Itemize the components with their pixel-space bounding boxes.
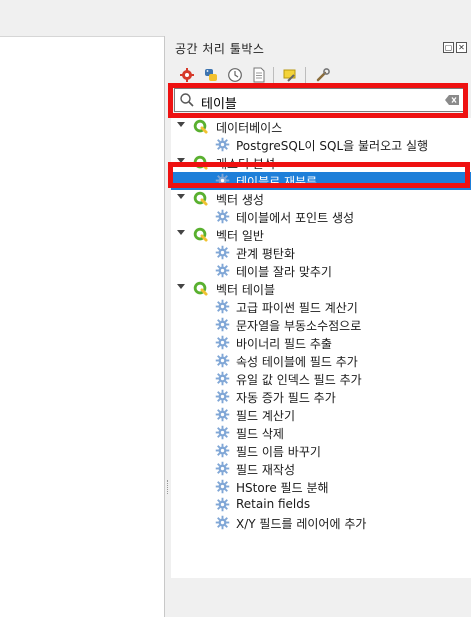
tree-group-label: 벡터 일반	[216, 229, 264, 243]
qgis-provider-icon	[193, 191, 208, 206]
tree-group-row[interactable]: 벡터 일반	[171, 226, 471, 244]
tree-algorithm-row[interactable]: 필드 이름 바꾸기	[171, 442, 471, 460]
tree-algorithm-row[interactable]: 속성 테이블에 필드 추가	[171, 352, 471, 370]
algorithm-gear-icon	[215, 263, 230, 278]
algorithm-gear-icon	[215, 209, 230, 224]
expand-arrow-icon[interactable]	[177, 158, 185, 163]
map-canvas[interactable]	[0, 36, 164, 617]
tree-algorithm-row[interactable]: 유일 값 인덱스 필드 추가	[171, 370, 471, 388]
expand-arrow-icon[interactable]	[177, 284, 185, 289]
expand-arrow-icon[interactable]	[177, 194, 185, 199]
qgis-provider-icon	[193, 119, 208, 134]
tree-group-row[interactable]: 데이터베이스	[171, 118, 471, 136]
tree-algorithm-row[interactable]: 고급 파이썬 필드 계산기	[171, 298, 471, 316]
algorithm-gear-icon	[215, 515, 230, 530]
python-scripts-icon[interactable]	[200, 64, 222, 86]
tree-algorithm-row-selected[interactable]: 테이블로 재분류	[171, 172, 471, 190]
main-window-toolbar-area	[0, 0, 471, 36]
algorithm-gear-icon	[215, 335, 230, 350]
search-icon	[180, 93, 194, 107]
tree-algorithm-label: 필드 계산기	[236, 409, 296, 423]
tree-group-row[interactable]: 래스터 분석	[171, 154, 471, 172]
tree-algorithm-row[interactable]: 바이너리 필드 추출	[171, 334, 471, 352]
tree-algorithm-label: 유일 값 인덱스 필드 추가	[236, 373, 362, 387]
edit-features-in-place-icon[interactable]	[279, 64, 301, 86]
algorithm-gear-icon	[215, 353, 230, 368]
tree-algorithm-row[interactable]: PostgreSQL이 SQL을 불러오고 실행	[171, 136, 471, 154]
tree-algorithm-row[interactable]: 필드 재작성	[171, 460, 471, 478]
algorithm-tree: 데이터베이스 PostgreSQL이 SQL을 불러오고 실행래스터 분석테이블로…	[171, 118, 471, 578]
algorithm-gear-icon	[215, 497, 230, 512]
tree-algorithm-label: 테이블 잘라 맞추기	[236, 265, 332, 279]
tree-algorithm-label: 필드 이름 바꾸기	[236, 445, 321, 459]
algorithm-gear-icon	[215, 137, 230, 152]
qgis-provider-icon	[193, 227, 208, 242]
algorithm-gear-icon	[215, 479, 230, 494]
algorithm-gear-icon	[215, 299, 230, 314]
tree-algorithm-label: 자동 증가 필드 추가	[236, 391, 336, 405]
tree-group-label: 데이터베이스	[216, 121, 283, 135]
tree-algorithm-row[interactable]: 문자열을 부동소수점으로	[171, 316, 471, 334]
tree-algorithm-row[interactable]: 관계 평탄화	[171, 244, 471, 262]
algorithm-gear-icon	[215, 461, 230, 476]
tree-algorithm-row[interactable]: 필드 삭제	[171, 424, 471, 442]
tree-group-label: 벡터 테이블	[216, 283, 276, 297]
tree-algorithm-row[interactable]: 필드 계산기	[171, 406, 471, 424]
algorithm-gear-icon	[215, 425, 230, 440]
history-icon[interactable]	[224, 64, 246, 86]
float-icon[interactable]: ▢	[443, 42, 454, 53]
qgis-provider-icon	[193, 155, 208, 170]
tree-algorithm-label: Retain fields	[236, 497, 311, 511]
tree-algorithm-row[interactable]: HStore 필드 분해	[171, 478, 471, 496]
tree-algorithm-label: 테이블로 재분류	[236, 175, 318, 189]
expand-arrow-icon[interactable]	[177, 122, 185, 127]
tree-algorithm-row[interactable]: 테이블에서 포인트 생성	[171, 208, 471, 226]
tree-algorithm-label: 테이블에서 포인트 생성	[236, 211, 355, 225]
tree-algorithm-label: HStore 필드 분해	[236, 481, 329, 495]
algorithm-gear-icon	[215, 245, 230, 260]
tree-algorithm-label: PostgreSQL이 SQL을 불러오고 실행	[236, 139, 429, 153]
algorithm-gear-icon	[215, 317, 230, 332]
close-icon[interactable]: ✕	[456, 42, 467, 53]
tree-group-row[interactable]: 벡터 테이블	[171, 280, 471, 298]
models-icon[interactable]	[176, 64, 198, 86]
algorithm-gear-icon	[215, 407, 230, 422]
splitter-grip-icon[interactable]	[167, 480, 170, 494]
algorithm-gear-icon	[215, 389, 230, 404]
tree-algorithm-label: 관계 평탄화	[236, 247, 296, 261]
tree-group-row[interactable]: 벡터 생성	[171, 190, 471, 208]
algorithm-gear-icon	[215, 443, 230, 458]
results-viewer-icon[interactable]	[248, 64, 270, 86]
algorithm-gear-icon	[215, 371, 230, 386]
tree-algorithm-label: 바이너리 필드 추출	[236, 337, 332, 351]
tree-group-label: 벡터 생성	[216, 193, 264, 207]
tree-algorithm-row[interactable]: Retain fields	[171, 496, 471, 514]
expand-arrow-icon[interactable]	[177, 230, 185, 235]
tree-algorithm-label: 속성 테이블에 필드 추가	[236, 355, 358, 369]
search-input[interactable]: 테이블	[174, 88, 466, 112]
toolbox-toolbar	[171, 64, 471, 86]
tree-algorithm-label: 고급 파이썬 필드 계산기	[236, 301, 358, 315]
tree-algorithm-row[interactable]: 테이블 잘라 맞추기	[171, 262, 471, 280]
clear-search-icon[interactable]	[445, 95, 459, 105]
qgis-provider-icon	[193, 281, 208, 296]
tree-algorithm-label: 문자열을 부동소수점으로	[236, 319, 362, 333]
panel-title: 공간 처리 툴박스	[175, 42, 265, 56]
algorithm-gear-icon	[215, 173, 230, 188]
search-value: 테이블	[201, 97, 237, 112]
tree-algorithm-row[interactable]: 자동 증가 필드 추가	[171, 388, 471, 406]
options-icon[interactable]	[312, 64, 334, 86]
tree-algorithm-label: 필드 삭제	[236, 427, 284, 441]
tree-group-label: 래스터 분석	[216, 157, 276, 171]
tree-algorithm-row[interactable]: X/Y 필드를 레이어에 추가	[171, 514, 471, 532]
tree-algorithm-label: 필드 재작성	[236, 463, 296, 477]
tree-algorithm-label: X/Y 필드를 레이어에 추가	[236, 517, 367, 531]
processing-toolbox-panel: 공간 처리 툴박스 ▢ ✕ 테이블 데이터베이스 PostgreSQL이 SQL…	[171, 36, 471, 617]
